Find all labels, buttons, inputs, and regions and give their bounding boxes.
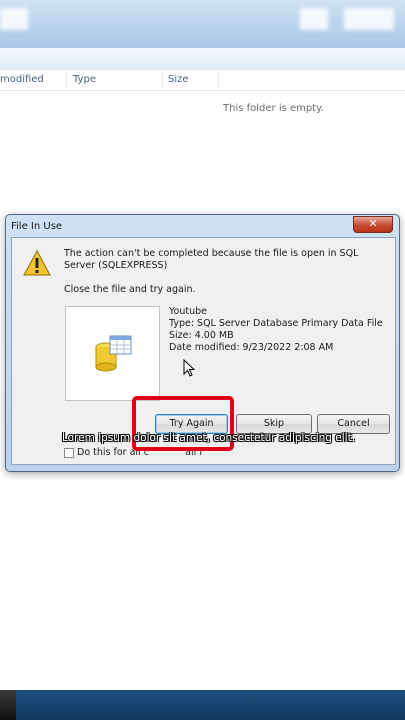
column-separator[interactable] bbox=[218, 72, 219, 88]
explorer-toolbar bbox=[0, 48, 405, 71]
error-message: The action can't be completed because th… bbox=[64, 248, 359, 271]
file-size: Size: 4.00 MB bbox=[169, 330, 234, 341]
video-caption: Lorem ipsum dolor sit amet, consectetur … bbox=[62, 432, 356, 444]
column-separator[interactable] bbox=[66, 72, 67, 88]
warning-icon bbox=[23, 250, 51, 276]
blurred-title-segment bbox=[344, 8, 394, 30]
blurred-title-segment bbox=[300, 8, 328, 30]
column-header-modified[interactable]: modified bbox=[0, 74, 44, 85]
column-header-type[interactable]: Type bbox=[73, 74, 96, 85]
mouse-cursor-icon bbox=[183, 359, 195, 377]
file-thumbnail bbox=[65, 306, 160, 401]
file-date-modified: Date modified: 9/23/2022 2:08 AM bbox=[169, 342, 334, 353]
file-name: Youtube bbox=[169, 306, 207, 317]
file-details: Youtube Type: SQL Server Database Primar… bbox=[169, 306, 383, 354]
database-file-icon bbox=[95, 335, 132, 372]
skip-button[interactable]: Skip bbox=[236, 414, 312, 434]
column-headers: modified Type Size bbox=[0, 70, 405, 91]
dialog-title: File In Use bbox=[11, 221, 63, 232]
instruction-message: Close the file and try again. bbox=[64, 284, 196, 295]
close-button[interactable]: ✕ bbox=[353, 216, 393, 233]
column-header-size[interactable]: Size bbox=[168, 74, 189, 85]
column-separator[interactable] bbox=[162, 72, 163, 88]
apply-to-all-checkbox[interactable] bbox=[64, 447, 74, 458]
window-titlebar bbox=[0, 0, 405, 48]
cancel-button[interactable]: Cancel bbox=[317, 414, 390, 434]
taskbar bbox=[0, 690, 405, 720]
empty-folder-message: This folder is empty. bbox=[223, 103, 324, 114]
file-type: Type: SQL Server Database Primary Data F… bbox=[169, 318, 383, 329]
start-button[interactable] bbox=[0, 690, 16, 720]
blurred-title-segment bbox=[0, 8, 28, 30]
